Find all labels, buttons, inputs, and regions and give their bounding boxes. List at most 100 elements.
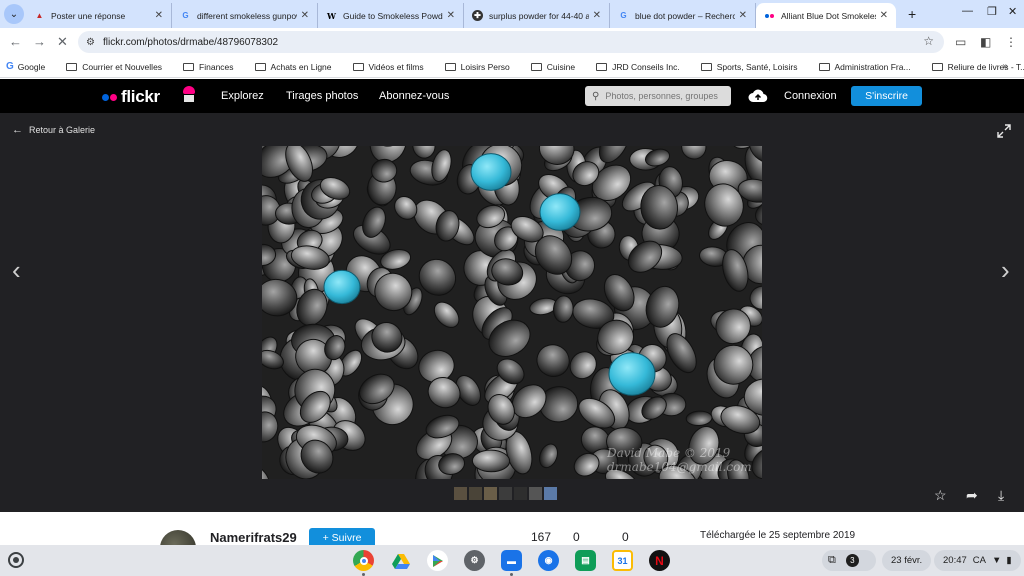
bookmark-google[interactable]: G Google <box>6 61 45 72</box>
tab-smokeless-gunpowder[interactable]: G different smokeless gunpowder ✕ <box>172 3 318 28</box>
upload-cloud-icon[interactable] <box>748 88 768 103</box>
tab-poster-reponse[interactable]: ▲ Poster une réponse ✕ <box>26 3 172 28</box>
folder-icon <box>66 62 78 71</box>
search-icon: ⚲ <box>592 90 600 102</box>
settings-app-icon[interactable]: ⚙ <box>464 550 485 571</box>
thumbnail[interactable] <box>469 487 482 500</box>
flickr-logo[interactable]: flickr <box>102 87 160 107</box>
signup-button[interactable]: S'inscrire <box>851 86 922 106</box>
thumbnail[interactable] <box>544 487 557 500</box>
tab-guide-smokeless[interactable]: W Guide to Smokeless Powder ✕ <box>318 3 464 28</box>
nav-prints[interactable]: Tirages photos <box>286 90 358 102</box>
bookmark-label: Reliure de livres - T... <box>947 61 1024 72</box>
close-tab-icon[interactable]: ✕ <box>739 10 747 21</box>
bookmark-videos[interactable]: Vidéos et films <box>352 62 424 72</box>
minimize-icon[interactable]: — <box>962 5 973 17</box>
close-tab-icon[interactable]: ✕ <box>447 10 455 21</box>
fullscreen-icon[interactable] <box>997 124 1011 138</box>
bookmark-star-icon[interactable]: ☆ <box>923 34 934 48</box>
date-tray[interactable]: 23 févr. <box>882 550 932 571</box>
tab-strip: ⌄ ▲ Poster une réponse ✕ G different smo… <box>0 0 1024 28</box>
restore-icon[interactable]: ❐ <box>987 5 997 18</box>
bookmark-sports[interactable]: Sports, Santé, Loisirs <box>700 62 798 72</box>
chrome-app-icon[interactable] <box>353 550 374 571</box>
close-tab-icon[interactable]: ✕ <box>593 10 601 21</box>
drive-app-icon[interactable] <box>390 550 411 571</box>
thumbnail[interactable] <box>529 487 542 500</box>
bookmark-administration[interactable]: Administration Fra... <box>818 62 911 72</box>
forward-arrow-icon[interactable]: → <box>33 34 46 49</box>
bookmark-courrier[interactable]: Courrier et Nouvelles <box>66 62 162 72</box>
launcher-icon[interactable] <box>8 552 24 568</box>
notification-tray[interactable]: ⧉ 3 <box>822 550 876 571</box>
tab-surplus-powder[interactable]: ✚ surplus powder for 44-40 ammo ✕ <box>464 3 610 28</box>
back-to-gallery[interactable]: ← Retour à Galerie <box>12 124 95 136</box>
download-icon[interactable]: ⤓ <box>998 487 1004 504</box>
previous-photo-icon[interactable]: ‹ <box>12 255 21 286</box>
main-photo[interactable]: David Mabe © 2019 drmabe104@gmail.com <box>262 146 762 479</box>
close-tab-icon[interactable]: ✕ <box>301 10 309 21</box>
more-bookmarks-icon[interactable]: » <box>1002 61 1008 72</box>
share-arrow-icon[interactable]: ➦ <box>966 487 978 504</box>
address-bar[interactable]: ⚙ flickr.com/photos/drmabe/48796078302 ☆ <box>78 31 944 53</box>
tab-list: ▲ Poster une réponse ✕ G different smoke… <box>26 3 896 28</box>
cupcake-icon[interactable] <box>182 86 196 104</box>
folder-icon <box>183 62 195 71</box>
stop-loading-icon[interactable]: ✕ <box>57 34 68 50</box>
logo-blue-dot <box>102 93 109 101</box>
wikipedia-favicon-icon: W <box>327 10 336 21</box>
wifi-icon: ▼ <box>991 555 1002 566</box>
bookmark-label: Finances <box>199 61 234 72</box>
cast-icon[interactable]: ▭ <box>955 35 966 49</box>
login-link[interactable]: Connexion <box>784 90 837 102</box>
menu-kebab-icon[interactable]: ⋮ <box>1005 35 1017 49</box>
side-panel-icon[interactable]: ◧ <box>980 35 991 49</box>
close-window-icon[interactable]: ✕ <box>1008 5 1017 18</box>
calendar-app-icon[interactable]: 31 <box>612 550 633 571</box>
flickr-search[interactable]: ⚲ <box>585 86 731 106</box>
next-photo-icon[interactable]: › <box>1001 255 1010 286</box>
bookmark-label: JRD Conseils Inc. <box>612 61 680 72</box>
photo-thumbnails <box>454 487 559 500</box>
site-info-icon[interactable]: ⚙ <box>86 37 95 48</box>
owner-avatar[interactable] <box>160 530 196 545</box>
files-app-icon[interactable]: ▬ <box>501 550 522 571</box>
back-arrow-icon[interactable]: ← <box>9 34 22 49</box>
tab-title: Poster une réponse <box>51 10 126 21</box>
follow-button[interactable]: + Suivre <box>309 528 375 545</box>
browser-toolbar: ← → ✕ ⚙ flickr.com/photos/drmabe/4879607… <box>0 28 1024 56</box>
bookmark-achats[interactable]: Achats en Ligne <box>254 62 332 72</box>
thumbnail[interactable] <box>454 487 467 500</box>
bookmark-finances[interactable]: Finances <box>183 62 234 72</box>
google-favicon-icon: G <box>620 11 627 20</box>
bookmark-jrd[interactable]: JRD Conseils Inc. <box>596 62 680 72</box>
bookmark-reliure[interactable]: Reliure de livres - T... <box>931 61 1024 72</box>
nav-explore[interactable]: Explorez <box>221 90 264 102</box>
close-tab-icon[interactable]: ✕ <box>155 10 163 21</box>
thumbnail[interactable] <box>484 487 497 500</box>
close-tab-icon[interactable]: ✕ <box>880 10 888 21</box>
play-store-app-icon[interactable] <box>427 550 448 571</box>
folder-icon <box>700 62 712 71</box>
logo-pink-dot <box>110 93 117 101</box>
powder-flakes-image <box>262 146 762 479</box>
nav-subscribe[interactable]: Abonnez-vous <box>379 90 449 102</box>
folder-icon <box>818 62 830 71</box>
thumbnail[interactable] <box>499 487 512 500</box>
tab-blue-dot-search[interactable]: G blue dot powder – Recherche ✕ <box>610 3 756 28</box>
back-arrow-icon: ← <box>12 124 23 136</box>
search-input[interactable] <box>605 91 721 101</box>
tab-alliant-blue-dot[interactable]: Alliant Blue Dot Smokeless Powder ✕ <box>756 3 896 28</box>
sheets-app-icon[interactable]: ▤ <box>575 550 596 571</box>
new-tab-icon[interactable]: + <box>908 6 916 22</box>
owner-name[interactable]: Namerifrats29 <box>210 530 297 545</box>
favorite-star-icon[interactable]: ☆ <box>934 487 947 504</box>
tab-search-chevron-icon[interactable]: ⌄ <box>4 4 24 24</box>
status-tray[interactable]: 20:47 CA ▼ ▮ <box>934 550 1021 571</box>
camera-app-icon[interactable]: ◉ <box>538 550 559 571</box>
url-text[interactable]: flickr.com/photos/drmabe/48796078302 <box>103 37 278 48</box>
thumbnail[interactable] <box>514 487 527 500</box>
netflix-app-icon[interactable]: N <box>649 550 670 571</box>
bookmark-loisirs[interactable]: Loisirs Perso <box>444 62 510 72</box>
bookmark-cuisine[interactable]: Cuisine <box>530 62 575 72</box>
